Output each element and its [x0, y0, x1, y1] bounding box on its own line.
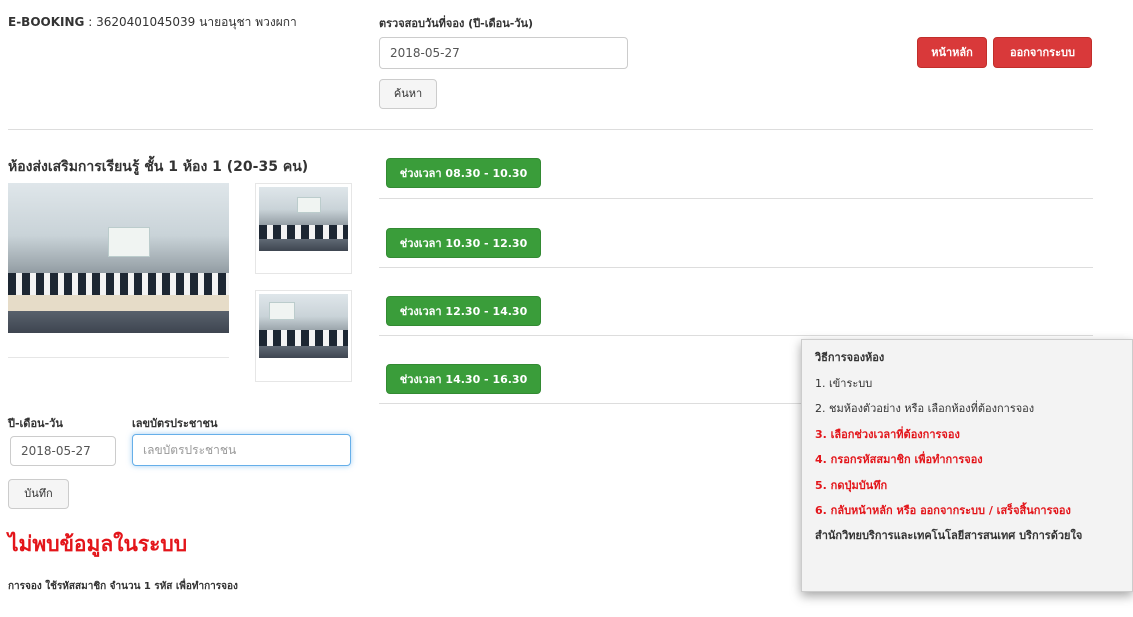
room-photo-thumb-2-image	[259, 294, 348, 358]
date-check-label: ตรวจสอบวันที่จอง (ปี-เดือน-วัน)	[379, 17, 534, 30]
home-button[interactable]: หน้าหลัก	[917, 37, 987, 68]
id-card-placeholder: เลขบัตรประชาชน	[143, 443, 237, 457]
user-name: 3620401045039 นายอนุชา พวงผกา	[96, 15, 297, 29]
slot-button-1[interactable]: ช่วงเวลา 08.30 - 10.30	[386, 158, 541, 188]
room-photo-main[interactable]	[8, 183, 229, 358]
form-date-input[interactable]: 2018-05-27	[10, 436, 116, 466]
help-footer: สำนักวิทยบริการและเทคโนโลยีสารสนเทศ บริก…	[815, 529, 1083, 543]
booking-note: การจอง ใช้รหัสสมาชิก จำนวน 1 รหัส เพื่อท…	[8, 581, 238, 592]
help-step-1: 1. เข้าระบบ	[815, 377, 873, 390]
id-card-input[interactable]: เลขบัตรประชาชน	[132, 434, 351, 466]
help-popover: วิธีการจองห้อง 1. เข้าระบบ 2. ชมห้องตัวอ…	[801, 339, 1133, 592]
form-date-label: ปี-เดือน-วัน	[8, 417, 63, 430]
help-step-6: 6. กลับหน้าหลัก หรือ ออกจากระบบ / เสร็จส…	[815, 503, 1071, 517]
help-step-5: 5. กดปุ่มบันทึก	[815, 478, 888, 492]
room-photo-thumb-2[interactable]	[255, 290, 352, 382]
save-button[interactable]: บันทึก	[8, 479, 69, 509]
form-date-value: 2018-05-27	[21, 444, 91, 458]
header-divider	[8, 129, 1093, 130]
help-step-4: 4. กรอกรหัสสมาชิก เพื่อทำการจอง	[815, 453, 983, 467]
header-separator: :	[84, 15, 97, 29]
form-id-label: เลขบัตรประชาชน	[132, 417, 218, 430]
slot-divider	[379, 335, 1093, 336]
date-check-value: 2018-05-27	[390, 46, 460, 60]
slot-button-4[interactable]: ช่วงเวลา 14.30 - 16.30	[386, 364, 541, 394]
room-photo-thumb-1[interactable]	[255, 183, 352, 274]
room-title: ห้องส่งเสริมการเรียนรู้ ชั้น 1 ห้อง 1 (2…	[8, 159, 309, 175]
room-photo-main-caption	[8, 333, 229, 358]
slot-button-3[interactable]: ช่วงเวลา 12.30 - 14.30	[386, 296, 541, 326]
room-photo-main-image	[8, 183, 229, 333]
help-title: วิธีการจองห้อง	[815, 351, 885, 364]
search-button[interactable]: ค้นหา	[379, 79, 437, 109]
help-step-3: 3. เลือกช่วงเวลาที่ต้องการจอง	[815, 427, 960, 441]
slot-divider	[379, 267, 1093, 268]
slot-button-2[interactable]: ช่วงเวลา 10.30 - 12.30	[386, 228, 541, 258]
header-user-info: E-BOOKING : 3620401045039 นายอนุชา พวงผก…	[8, 13, 297, 32]
help-step-2: 2. ชมห้องตัวอย่าง หรือ เลือกห้องที่ต้องก…	[815, 402, 1035, 416]
brand-label: E-BOOKING	[8, 15, 85, 29]
not-found-message: ไม่พบข้อมูลในระบบ	[8, 532, 188, 556]
date-check-input[interactable]: 2018-05-27	[379, 37, 628, 69]
logout-button[interactable]: ออกจากระบบ	[993, 37, 1092, 68]
room-photo-thumb-1-image	[259, 187, 348, 251]
slot-divider	[379, 198, 1093, 199]
